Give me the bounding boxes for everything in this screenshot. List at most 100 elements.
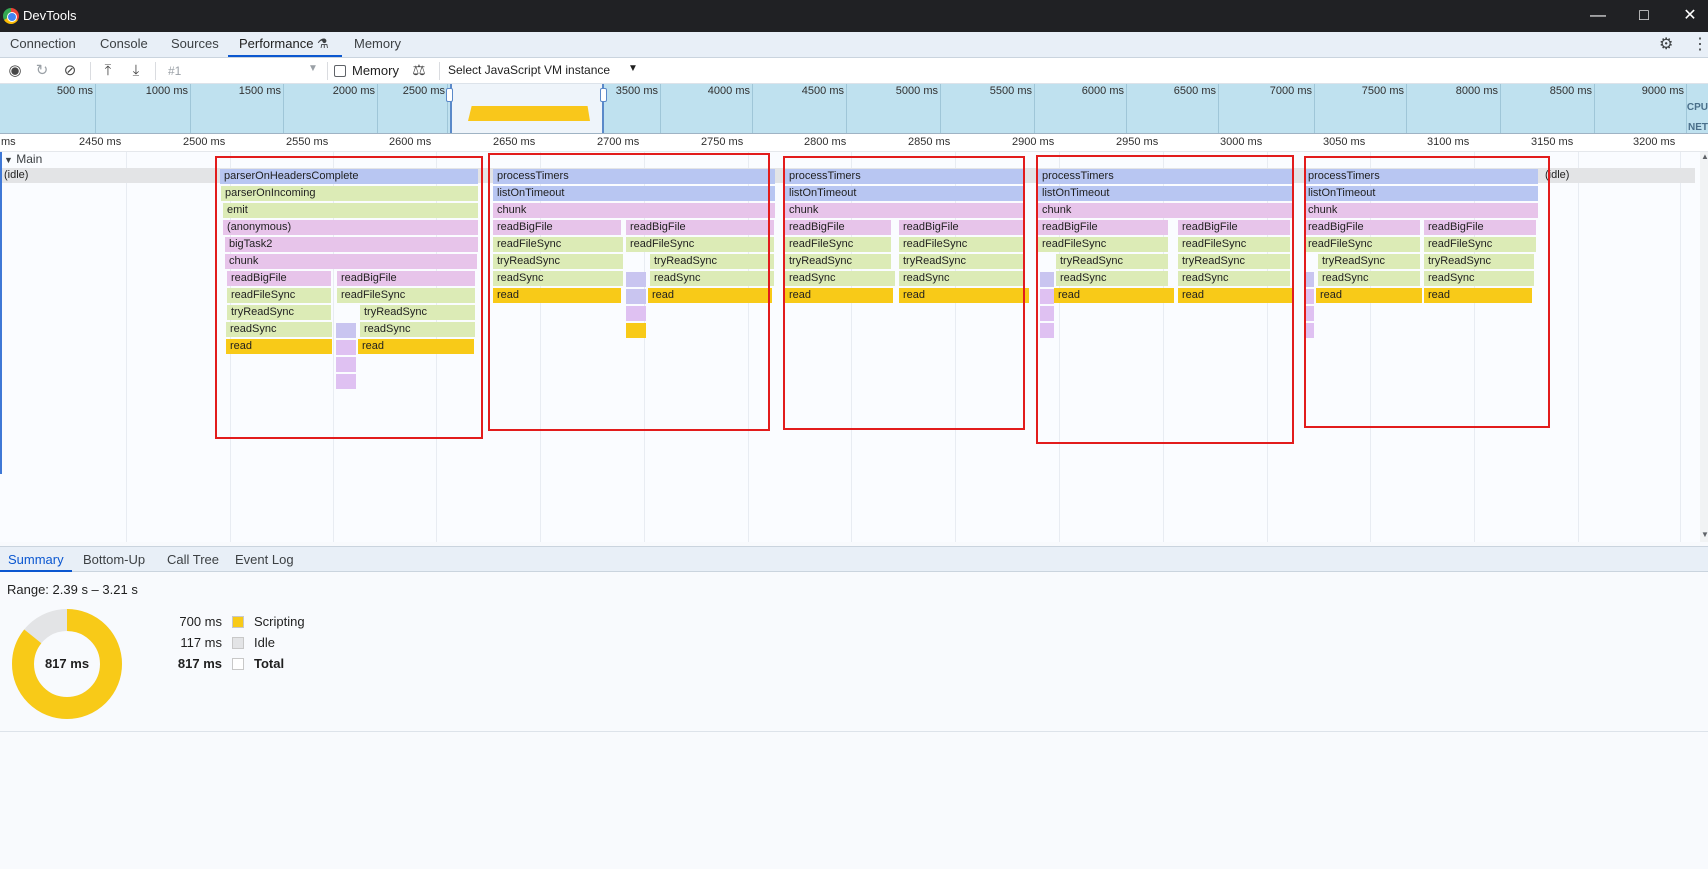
total-value: 817 ms <box>177 656 222 671</box>
ruler-tick-label: 2650 ms <box>493 136 536 148</box>
net-side-label: NET <box>1688 122 1708 133</box>
memory-checkbox[interactable] <box>334 65 346 77</box>
overview-gridline <box>377 84 378 133</box>
scroll-up-icon[interactable]: ▲ <box>1701 152 1708 161</box>
tab-console[interactable]: Console <box>100 36 148 51</box>
broom-icon[interactable]: ⚖ <box>410 62 428 80</box>
left-selection-handle[interactable] <box>446 88 453 102</box>
chevron-down-icon: ▼ <box>628 63 638 74</box>
overview-tick-label: 5500 ms <box>989 85 1032 97</box>
highlight-box <box>1304 156 1550 428</box>
performance-toolbar: ◉ ↻ ⊘ ⤒ ⤓ #1 ▼ Memory ⚖ Select JavaScrip… <box>0 58 1708 84</box>
minimize-icon[interactable]: — <box>1588 6 1608 26</box>
clear-icon[interactable]: ⊘ <box>61 62 79 80</box>
download-icon[interactable]: ⤓ <box>127 62 145 80</box>
overview-tick-label: 1000 ms <box>145 85 188 97</box>
idle-value: 117 ms <box>180 635 222 650</box>
active-tab-indicator <box>228 55 342 57</box>
memory-checkbox-label: Memory <box>352 63 399 78</box>
ruler-tick-label: 2900 ms <box>1012 136 1055 148</box>
overview-tick-label: 9000 ms <box>1641 85 1684 97</box>
chrome-logo-icon <box>3 8 19 24</box>
upload-icon[interactable]: ⤒ <box>99 62 117 80</box>
scripting-value: 700 ms <box>179 614 222 629</box>
tab-sources[interactable]: Sources <box>171 36 219 51</box>
timeline-overview[interactable]: 500 ms1000 ms1500 ms2000 ms2500 ms3000 m… <box>0 84 1708 134</box>
cpu-activity-graph <box>468 106 590 121</box>
ruler-tick-label: 3000 ms <box>1220 136 1263 148</box>
tab-event-log[interactable]: Event Log <box>235 552 294 567</box>
overview-tick-label: 4000 ms <box>707 85 750 97</box>
flame-chart[interactable]: ▼ Main (idle) (idle) parserOnHeadersComp… <box>0 152 1700 542</box>
overview-tick-label: 4500 ms <box>801 85 844 97</box>
main-track-header[interactable]: ▼ Main <box>4 152 42 166</box>
overview-gridline <box>1126 84 1127 133</box>
overview-gridline <box>660 84 661 133</box>
tab-call-tree[interactable]: Call Tree <box>167 552 219 567</box>
flame-scrollbar[interactable]: ▲ ▼ <box>1700 152 1708 542</box>
ruler-tick-label: 3150 ms <box>1531 136 1574 148</box>
range-label: Range: 2.39 s – 3.21 s <box>7 582 138 597</box>
flame-gridline <box>1680 152 1681 542</box>
details-tab-bar: Summary Bottom-Up Call Tree Event Log <box>0 546 1708 572</box>
toolbar-divider <box>155 62 156 80</box>
toolbar-divider <box>90 62 91 80</box>
scroll-down-icon[interactable]: ▼ <box>1701 530 1708 539</box>
right-selection-handle[interactable] <box>600 88 607 102</box>
ruler-tick-label: 2800 ms <box>804 136 847 148</box>
overview-gridline <box>752 84 753 133</box>
overview-gridline <box>1314 84 1315 133</box>
scripting-swatch <box>232 616 244 628</box>
overview-tick-label: 6000 ms <box>1081 85 1124 97</box>
ruler-tick-label: 2600 ms <box>389 136 432 148</box>
reload-record-icon[interactable]: ↻ <box>33 62 51 80</box>
overview-tick-label: 8000 ms <box>1455 85 1498 97</box>
overview-gridline <box>1500 84 1501 133</box>
ruler-tick-label: 2550 ms <box>286 136 329 148</box>
overview-gridline <box>190 84 191 133</box>
ruler-tick-label: 2750 ms <box>701 136 744 148</box>
overview-tick-label: 8500 ms <box>1549 85 1592 97</box>
overview-tick-label: 7500 ms <box>1361 85 1404 97</box>
more-options-icon[interactable]: ⋮ <box>1692 34 1708 54</box>
ruler-tick-label: ms <box>1 136 16 148</box>
track-selection-marker <box>0 152 2 474</box>
overview-gridline <box>283 84 284 133</box>
overview-tick-label: 6500 ms <box>1173 85 1216 97</box>
total-swatch <box>232 658 244 670</box>
toolbar-divider <box>327 62 328 80</box>
ruler-tick-label: 2850 ms <box>908 136 951 148</box>
vm-instance-select[interactable]: Select JavaScript VM instance ▼ <box>448 62 644 80</box>
profile-select[interactable]: #1 ▼ <box>160 62 320 80</box>
vm-instance-label: Select JavaScript VM instance <box>448 63 611 77</box>
profile-select-value: #1 <box>168 64 182 78</box>
main-track-label: Main <box>16 152 43 166</box>
triangle-down-icon: ▼ <box>4 155 13 165</box>
scripting-label: Scripting <box>254 614 305 629</box>
overview-gridline <box>1034 84 1035 133</box>
idle-label: (idle) <box>4 169 29 181</box>
tab-bottom-up[interactable]: Bottom-Up <box>83 552 145 567</box>
overview-tick-label: 3500 ms <box>615 85 658 97</box>
overview-gridline <box>95 84 96 133</box>
tab-connection[interactable]: Connection <box>10 36 76 51</box>
ruler-tick-label: 3050 ms <box>1323 136 1366 148</box>
tab-performance[interactable]: Performance <box>239 36 313 51</box>
highlight-box <box>1036 155 1294 444</box>
ruler-tick-label: 2700 ms <box>597 136 640 148</box>
overview-gridline <box>1594 84 1595 133</box>
ruler-tick-label: 2450 ms <box>79 136 122 148</box>
record-icon[interactable]: ◉ <box>6 62 24 80</box>
chevron-down-icon: ▼ <box>308 63 318 74</box>
overview-tick-label: 1500 ms <box>238 85 281 97</box>
tab-summary[interactable]: Summary <box>8 552 64 567</box>
highlight-box <box>215 156 483 439</box>
total-label: Total <box>254 656 285 671</box>
flame-gridline <box>126 152 127 542</box>
gear-icon[interactable]: ⚙ <box>1659 34 1673 54</box>
cpu-side-label: CPU <box>1686 102 1708 113</box>
close-icon[interactable]: ✕ <box>1680 6 1700 26</box>
maximize-icon[interactable]: □ <box>1634 6 1654 26</box>
tab-memory[interactable]: Memory <box>354 36 401 51</box>
idle-label-legend: Idle <box>254 635 275 650</box>
